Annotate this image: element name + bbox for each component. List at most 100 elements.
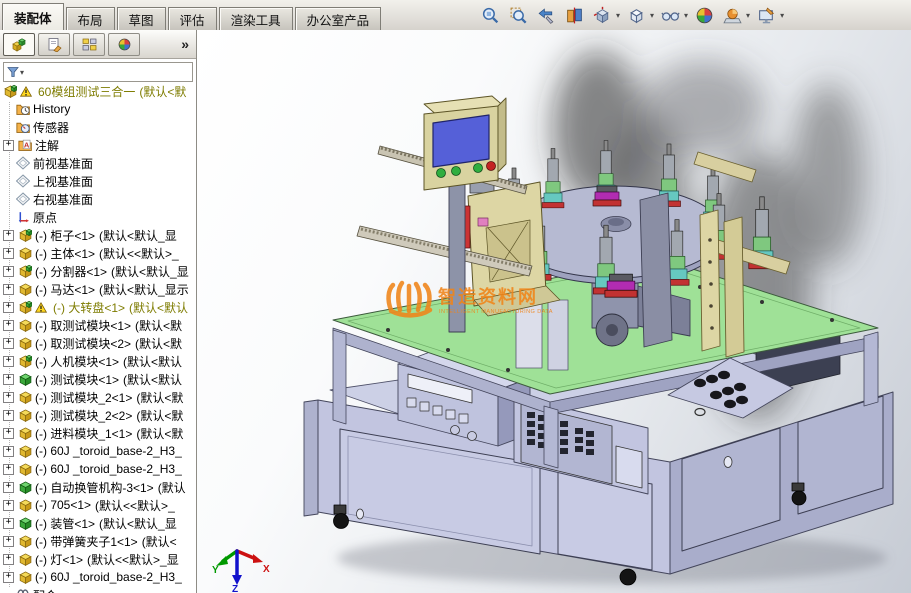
tree-item-config-suffix: (默认<默认_显 [99,515,177,532]
zoom-fit-icon[interactable] [478,3,502,27]
expand-toggle[interactable]: + [3,302,14,313]
expand-toggle[interactable]: + [3,428,14,439]
tree-item-8[interactable]: 原点 [0,208,196,226]
tree-item-label: 传感器 [33,119,69,136]
expand-toggle[interactable]: + [3,536,14,547]
ribbon-tab-layout[interactable]: 布局 [66,7,115,30]
assembly-icon [3,84,20,98]
panel-tab-configurations[interactable] [73,33,105,56]
apply-scene-icon[interactable] [720,3,744,27]
display-style-dropdown-caret[interactable]: ▾ [650,11,654,20]
tree-item-26[interactable]: +(-) 带弹簧夹子1<1>(默认< [0,532,196,550]
tree-item-18[interactable]: +(-) 测试模块_2<1>(默认<默 [0,388,196,406]
expand-toggle[interactable]: + [3,284,14,295]
tree-item-1[interactable]: 60模组测试三合一(默认<默 [0,82,196,100]
panel-tab-properties[interactable] [38,33,70,56]
mates-icon [16,588,33,593]
tree-item-2[interactable]: History [0,100,196,118]
tree-item-10[interactable]: +(-) 主体<1>(默认<<默认>_ [0,244,196,262]
expand-toggle[interactable]: + [3,338,14,349]
tree-item-24[interactable]: + (-) 705<1> (默认<<默认>_ [0,496,196,514]
tree-item-3[interactable]: 传感器 [0,118,196,136]
edit-appearance-icon[interactable] [692,3,716,27]
view-orientation-dropdown-caret[interactable]: ▾ [616,11,620,20]
tree-item-9[interactable]: +(-) 柜子<1>(默认<默认_显 [0,226,196,244]
tree-item-config-suffix: (默认<默 [135,335,182,352]
expand-toggle[interactable]: + [3,500,14,511]
warning-icon [20,86,35,97]
hide-show-items-dropdown-caret[interactable]: ▾ [684,11,688,20]
filter-funnel-icon[interactable] [7,66,19,78]
section-view-icon[interactable] [562,3,586,27]
ribbon-tab-sketch[interactable]: 草图 [117,7,166,30]
tree-item-4[interactable]: +A注解 [0,136,196,154]
tree-item-7[interactable]: 右视基准面 [0,190,196,208]
panel-tab-features[interactable] [3,33,35,56]
tree-item-16[interactable]: +(-) 人机模块<1>(默认<默认 [0,352,196,370]
tree-item-label: (-) 自动换管机构-3<1> [35,479,154,496]
zoom-area-icon[interactable] [506,3,530,27]
tree-item-22[interactable]: + (-) 60J _toroid_base-2_H3_ [0,460,196,478]
tree-item-25[interactable]: +(-) 装管<1>(默认<默认_显 [0,514,196,532]
tree-item-13[interactable]: +(-) 大转盘<1>(默认<默认 [0,298,196,316]
apply-scene-dropdown-caret[interactable]: ▾ [746,11,750,20]
tree-item-11[interactable]: +(-) 分割器<1>(默认<默认_显 [0,262,196,280]
ribbon-tab-evaluate[interactable]: 评估 [168,7,217,30]
tree-item-17[interactable]: + (-) 测试模块<1>(默认<默认 [0,370,196,388]
part-y-icon [18,498,35,512]
expand-toggle[interactable]: + [3,248,14,259]
previous-view-icon[interactable] [534,3,558,27]
tree-item-12[interactable]: +(-) 马达<1>(默认<默认_显示 [0,280,196,298]
expand-toggle[interactable]: + [3,518,14,529]
tree-item-20[interactable]: +(-) 进料模块_1<1>(默认<默 [0,424,196,442]
expand-toggle[interactable]: + [3,572,14,583]
expand-toggle[interactable]: + [3,554,14,565]
tree-item-29[interactable]: 配合 [0,586,196,593]
view-orientation-icon[interactable] [590,3,614,27]
tree-item-28[interactable]: +(-) 60J _toroid_base-2_H3_ [0,568,196,586]
display-style-icon[interactable] [624,3,648,27]
expand-toggle[interactable]: + [3,410,14,421]
panel-overflow-chevron[interactable]: » [181,36,193,52]
expand-toggle[interactable]: + [3,320,14,331]
tree-item-23[interactable]: +(-) 自动换管机构-3<1>(默认 [0,478,196,496]
expand-toggle[interactable]: + [3,266,14,277]
expand-toggle[interactable]: + [3,446,14,457]
viewport-3d[interactable]: 智造资料网 INTELLIGENT MANUFACTURING DATA Y X… [197,30,911,593]
part-y-icon [18,336,35,350]
tree-item-label: 前视基准面 [33,155,93,172]
expand-toggle[interactable]: + [3,464,14,475]
tree-item-label: 上视基准面 [33,173,93,190]
expand-toggle[interactable]: + [3,140,14,151]
triad-x-label: X [263,564,270,575]
ribbon-tab-assembly[interactable]: 装配体 [2,3,64,30]
tree-item-6[interactable]: 上视基准面 [0,172,196,190]
tree-item-15[interactable]: + (-) 取测试模块<2>(默认<默 [0,334,196,352]
tree-item-19[interactable]: +(-) 测试模块_2<2>(默认<默 [0,406,196,424]
tree-item-5[interactable]: 前视基准面 [0,154,196,172]
tree-item-config-suffix: (默认< [142,533,177,550]
tree-item-label: (-) 705<1> [35,498,91,512]
panel-tab-display-manager[interactable] [108,33,140,56]
expand-toggle[interactable]: + [3,374,14,385]
tree-item-21[interactable]: +(-) 60J _toroid_base-2_H3_ [0,442,196,460]
expand-toggle[interactable]: + [3,392,14,403]
tree-item-config-suffix: (默认<<默认>_ [95,497,175,514]
expand-toggle[interactable]: + [3,356,14,367]
ribbon-tab-office-products[interactable]: 办公室产品 [295,7,382,30]
ribbon-tab-render-tools[interactable]: 渲染工具 [219,7,293,30]
tree-item-14[interactable]: +(-) 取测试模块<1>(默认<默 [0,316,196,334]
hide-show-items-icon[interactable] [658,3,682,27]
tree-item-label: (-) 测试模块<1> [35,371,119,388]
view-settings-dropdown-caret[interactable]: ▾ [780,11,784,20]
tree-item-label: (-) 60J _toroid_base-2_H3_ [35,462,182,476]
filter-caret[interactable]: ▾ [20,68,24,77]
tree-item-config-suffix: (默认<默认 [123,371,182,388]
tree-item-27[interactable]: +(-) 灯<1>(默认<<默认>_显 [0,550,196,568]
tree-item-label: (-) 测试模块_2<2> [35,407,132,424]
expand-toggle[interactable]: + [3,230,14,241]
view-settings-icon[interactable] [754,3,778,27]
tree-item-label: (-) 取测试模块<2> [35,335,131,352]
expand-toggle[interactable]: + [3,482,14,493]
tree-filter-field[interactable]: ▾ [3,62,193,82]
